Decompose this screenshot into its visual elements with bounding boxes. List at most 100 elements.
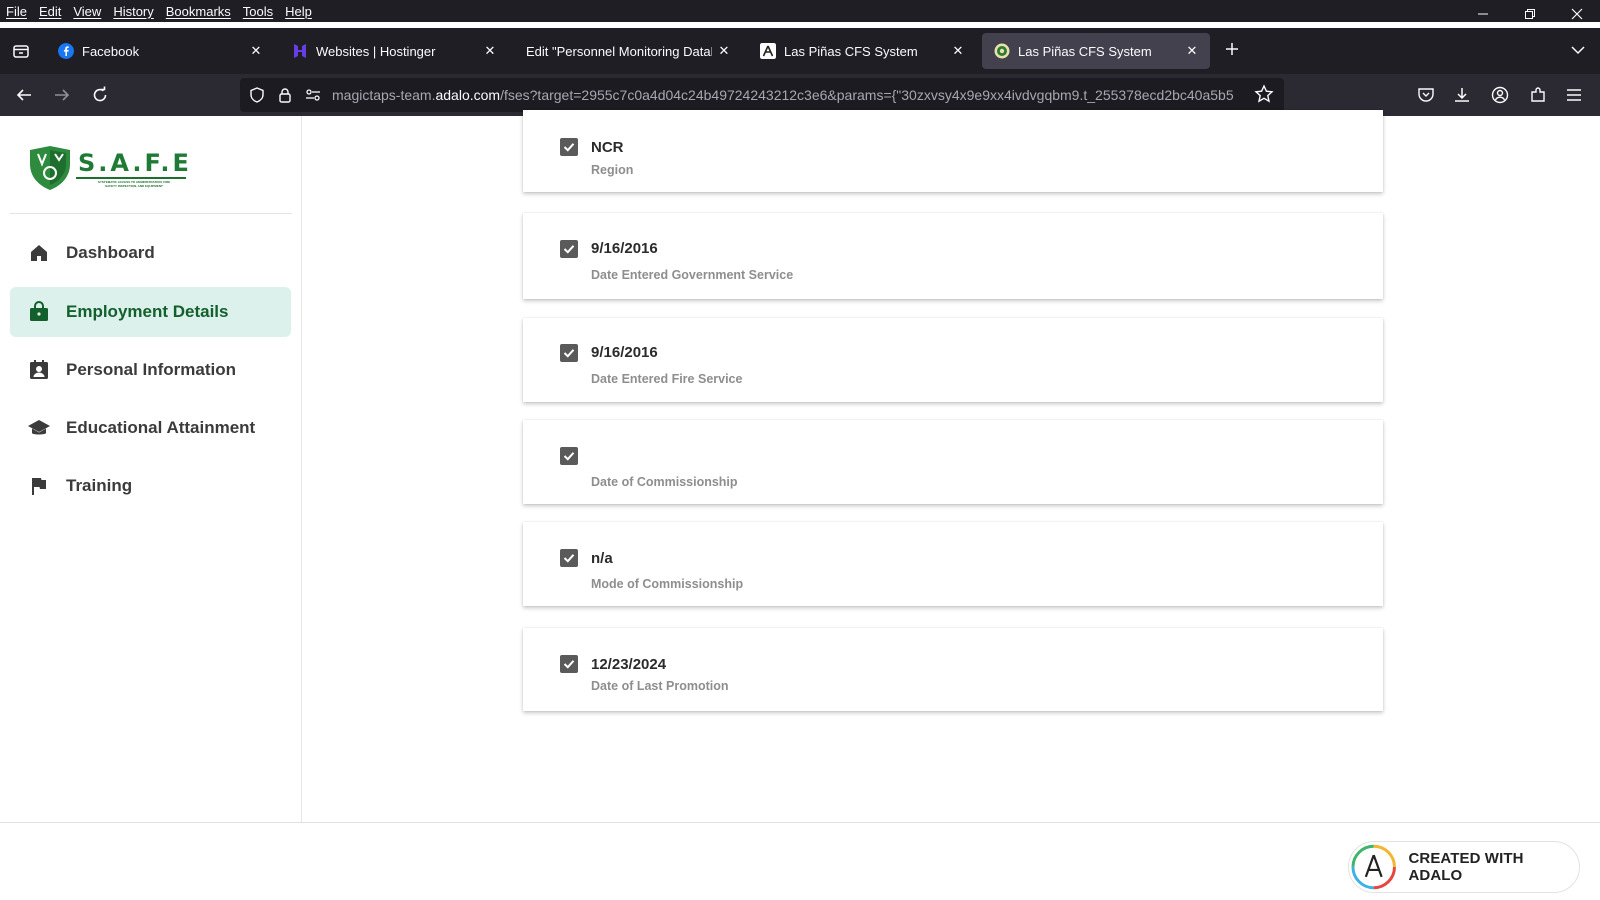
tab-strip: Facebook ✕ Websites | Hostinger ✕ Edit "… xyxy=(0,28,1600,74)
sidebar-item-educational-attainment[interactable]: Educational Attainment xyxy=(10,403,291,453)
checkbox[interactable] xyxy=(560,344,578,362)
record-label: Region xyxy=(591,163,634,177)
sidebar-item-label: Educational Attainment xyxy=(66,418,256,437)
flag-icon xyxy=(26,473,52,499)
checkbox[interactable] xyxy=(560,447,578,465)
tab-title: Las Piñas CFS System xyxy=(784,43,918,59)
chevron-down-icon xyxy=(1571,46,1585,55)
sidebar-divider xyxy=(10,213,292,214)
firefox-view-button[interactable] xyxy=(8,38,34,64)
checkbox[interactable] xyxy=(560,240,578,258)
sidebar-item-dashboard[interactable]: Dashboard xyxy=(10,228,291,278)
record-label: Date Entered Fire Service xyxy=(591,372,743,386)
tab-facebook[interactable]: Facebook ✕ xyxy=(46,33,274,69)
tab-title: Websites | Hostinger xyxy=(316,43,436,59)
forward-button[interactable] xyxy=(50,83,74,107)
record-value: 12/23/2024 xyxy=(591,656,667,673)
minimize-icon xyxy=(1477,13,1488,15)
tracking-protection-icon[interactable] xyxy=(246,84,268,106)
sidebar-item-training[interactable]: Training xyxy=(10,461,291,511)
briefcase-icon xyxy=(26,299,52,325)
close-window-button[interactable] xyxy=(1553,0,1600,28)
checkbox[interactable] xyxy=(560,655,578,673)
safe-logo-icon xyxy=(994,43,1010,59)
record-card-date-of-commissionship: Date of Commissionship xyxy=(523,420,1383,504)
sidebar-item-personal-information[interactable]: Personal Information xyxy=(10,345,291,395)
adalo-icon xyxy=(760,43,776,59)
tab-las-pinas-1[interactable]: Las Piñas CFS System ✕ xyxy=(748,33,976,69)
checkmark-icon xyxy=(563,143,575,152)
checkmark-icon xyxy=(563,554,575,563)
bookmark-star-button[interactable] xyxy=(1254,84,1274,109)
sidebar-item-employment-details[interactable]: Employment Details xyxy=(10,287,291,337)
tab-edit-personnel[interactable]: Edit "Personnel Monitoring DataBas ✕ xyxy=(514,33,742,69)
menu-edit[interactable]: Edit xyxy=(39,4,61,19)
tab-close-icon[interactable]: ✕ xyxy=(478,43,502,59)
record-card-mode-of-commissionship: n/a Mode of Commissionship xyxy=(523,522,1383,606)
permissions-icon[interactable] xyxy=(302,84,324,106)
checkbox[interactable] xyxy=(560,138,578,156)
star-icon xyxy=(1254,84,1274,103)
minimize-button[interactable] xyxy=(1459,0,1506,28)
url-prefix: magictaps-team. xyxy=(332,87,436,103)
list-all-tabs-button[interactable] xyxy=(1570,42,1586,63)
record-card-date-entered-fire-service: 9/16/2016 Date Entered Fire Service xyxy=(523,318,1383,402)
adalo-logo-icon xyxy=(1351,844,1396,890)
tab-las-pinas-active[interactable]: Las Piñas CFS System ✕ xyxy=(982,33,1210,69)
menu-history[interactable]: History xyxy=(113,4,153,19)
tab-close-icon[interactable]: ✕ xyxy=(712,43,736,59)
record-value: NCR xyxy=(591,139,624,156)
restore-button[interactable] xyxy=(1506,0,1553,28)
back-button[interactable] xyxy=(12,83,36,107)
safe-logo[interactable]: S.A.F.E SYSTEMATIC ACCESS TO ADMINISTRAT… xyxy=(28,146,189,192)
tab-close-icon[interactable]: ✕ xyxy=(244,43,268,59)
app-menu-button[interactable] xyxy=(1562,83,1586,107)
record-card-region: NCR Region xyxy=(523,110,1383,192)
url-domain: adalo.com xyxy=(435,87,501,103)
downloads-button[interactable] xyxy=(1450,83,1474,107)
record-label: Date Entered Government Service xyxy=(591,268,794,282)
record-card-date-entered-government-service: 9/16/2016 Date Entered Government Servic… xyxy=(523,213,1383,299)
window-controls xyxy=(1459,0,1600,28)
url-path: /fses?target=2955c7c0a4d04c24b4972424321… xyxy=(500,87,1234,103)
restore-icon xyxy=(1524,9,1535,19)
reload-icon xyxy=(93,86,107,102)
tab-title: Edit "Personnel Monitoring DataBas xyxy=(526,43,712,59)
app-content: S.A.F.E SYSTEMATIC ACCESS TO ADMINISTRAT… xyxy=(0,110,1600,900)
tab-close-icon[interactable]: ✕ xyxy=(1180,43,1204,59)
footer: CREATED WITH ADALO xyxy=(0,822,1600,900)
new-tab-button[interactable] xyxy=(1224,40,1240,63)
lock-icon xyxy=(279,88,291,103)
checkbox[interactable] xyxy=(560,549,578,567)
tab-close-icon[interactable]: ✕ xyxy=(946,43,970,59)
pocket-button[interactable] xyxy=(1414,83,1438,107)
menu-file[interactable]: File xyxy=(6,4,27,19)
graduation-cap-icon xyxy=(26,415,52,441)
extensions-button[interactable] xyxy=(1526,83,1550,107)
close-icon xyxy=(1571,8,1582,20)
menu-bookmarks[interactable]: Bookmarks xyxy=(166,4,231,19)
plus-icon xyxy=(1226,43,1238,55)
record-label: Mode of Commissionship xyxy=(591,577,744,591)
sidebar-item-label: Training xyxy=(66,476,133,495)
menu-list: File Edit View History Bookmarks Tools H… xyxy=(0,4,324,19)
sidebar: S.A.F.E SYSTEMATIC ACCESS TO ADMINISTRAT… xyxy=(0,116,302,822)
created-with-adalo-badge[interactable]: CREATED WITH ADALO xyxy=(1348,841,1580,893)
download-icon xyxy=(1455,88,1469,102)
menu-tools[interactable]: Tools xyxy=(243,4,273,19)
menu-help[interactable]: Help xyxy=(285,4,312,19)
home-icon xyxy=(26,240,52,266)
sidebar-item-label: Dashboard xyxy=(66,243,155,262)
sidebar-item-label: Employment Details xyxy=(66,302,229,321)
record-value: 9/16/2016 xyxy=(591,344,658,361)
url-bar[interactable]: magictaps-team.adalo.com/fses?target=295… xyxy=(240,78,1284,112)
facebook-icon xyxy=(58,43,74,59)
menu-view[interactable]: View xyxy=(73,4,101,19)
logo-title: S.A.F.E xyxy=(78,149,192,177)
tab-hostinger[interactable]: Websites | Hostinger ✕ xyxy=(280,33,508,69)
reload-button[interactable] xyxy=(88,83,112,107)
record-label: Date of Last Promotion xyxy=(591,679,729,693)
account-button[interactable] xyxy=(1488,83,1512,107)
site-security-icon[interactable] xyxy=(274,84,296,106)
puzzle-icon xyxy=(1531,87,1545,102)
